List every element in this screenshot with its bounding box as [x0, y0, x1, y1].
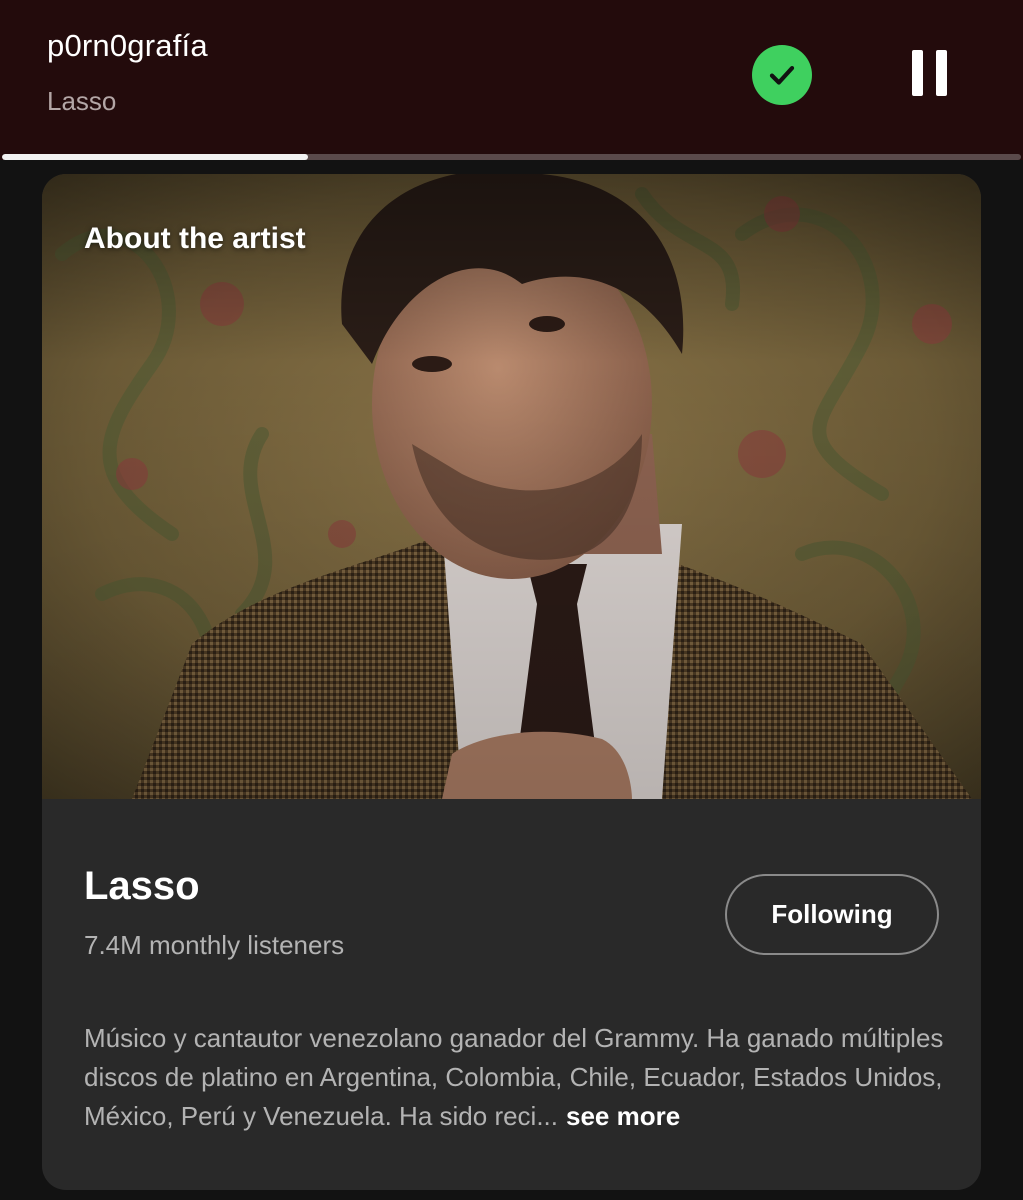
- artist-bio: Músico y cantautor venezolano ganador de…: [84, 1019, 944, 1136]
- track-artist: Lasso: [47, 86, 117, 116]
- about-artist-card[interactable]: About the artist Lasso 7.4M monthly list…: [42, 174, 981, 1190]
- monthly-listeners: 7.4M monthly listeners: [84, 930, 345, 960]
- about-artist-heading: About the artist: [84, 222, 306, 255]
- liked-button[interactable]: [752, 45, 812, 105]
- artist-bio-text: Músico y cantautor venezolano ganador de…: [84, 1023, 944, 1131]
- artist-photo: [42, 174, 981, 799]
- artist-name[interactable]: Lasso: [84, 864, 200, 909]
- pause-icon: [911, 49, 923, 96]
- pause-button[interactable]: [904, 45, 954, 100]
- following-button[interactable]: Following: [725, 874, 939, 955]
- playback-progress-bar[interactable]: [2, 154, 1021, 160]
- pause-icon: [935, 49, 947, 96]
- now-playing-bar[interactable]: p0rn0grafía Lasso: [0, 0, 1023, 160]
- track-title: p0rn0grafía: [47, 28, 208, 63]
- see-more-link[interactable]: see more: [566, 1101, 680, 1131]
- check-icon: [769, 66, 795, 85]
- playback-progress-fill: [2, 154, 308, 160]
